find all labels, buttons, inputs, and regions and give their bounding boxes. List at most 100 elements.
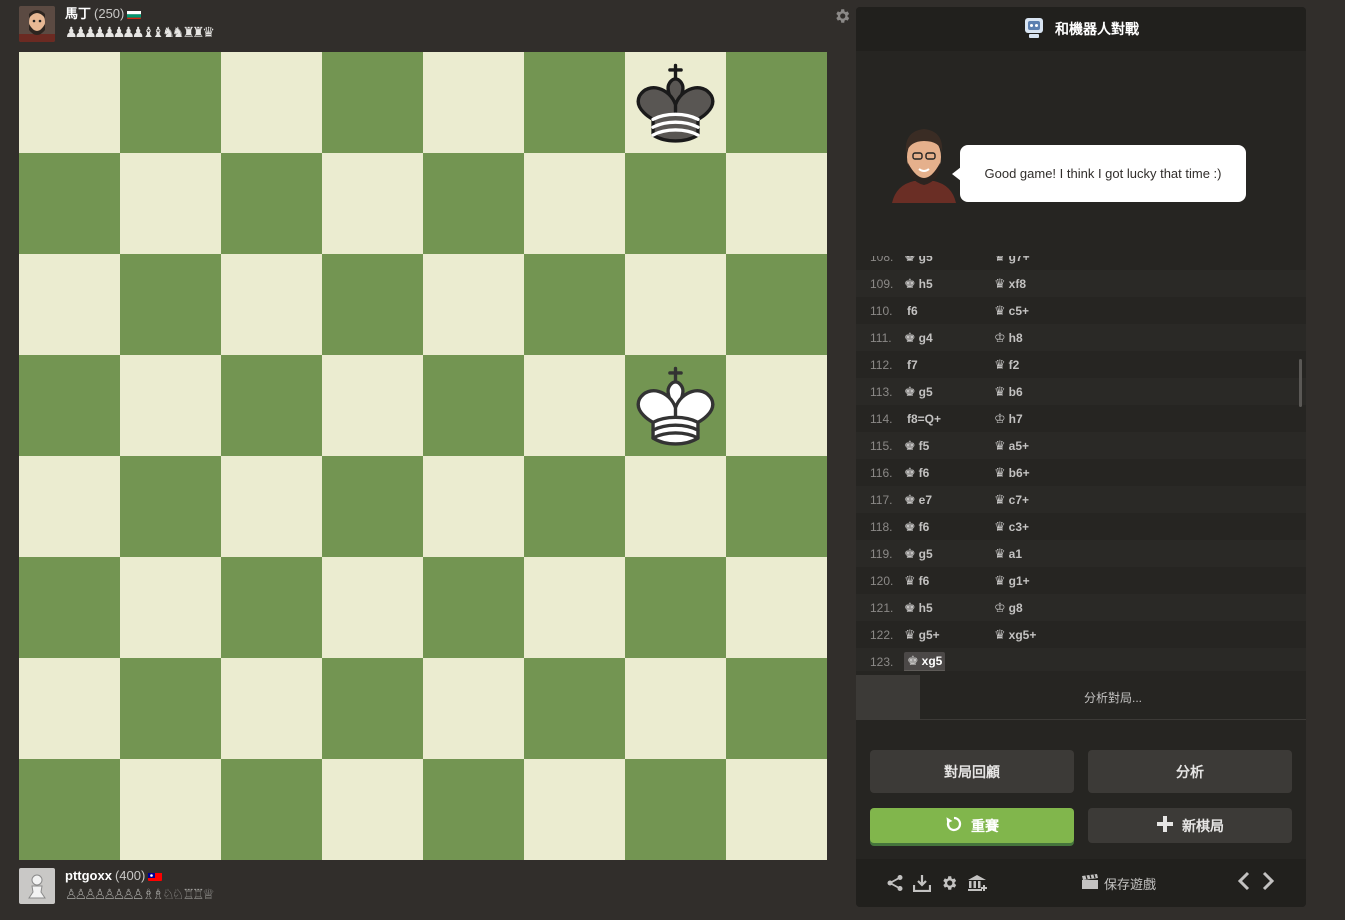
square-f3[interactable] bbox=[524, 557, 625, 658]
black-move[interactable]: ♛ b6+ bbox=[994, 465, 1030, 481]
square-c5[interactable] bbox=[221, 355, 322, 456]
square-f6[interactable] bbox=[524, 254, 625, 355]
download-icon[interactable] bbox=[912, 874, 932, 893]
square-b7[interactable] bbox=[120, 153, 221, 254]
white-move[interactable]: ♚ h5 bbox=[904, 276, 933, 292]
settings-gear-icon[interactable] bbox=[940, 874, 958, 892]
square-d2[interactable] bbox=[322, 658, 423, 759]
square-g1[interactable] bbox=[625, 759, 726, 860]
square-b5[interactable] bbox=[120, 355, 221, 456]
square-a5[interactable] bbox=[19, 355, 120, 456]
share-icon[interactable] bbox=[886, 874, 904, 892]
square-b1[interactable] bbox=[120, 759, 221, 860]
square-e3[interactable] bbox=[423, 557, 524, 658]
square-f1[interactable] bbox=[524, 759, 625, 860]
square-e6[interactable] bbox=[423, 254, 524, 355]
white-move[interactable]: f8=Q+ bbox=[904, 411, 941, 426]
white-move[interactable]: ♚ f5 bbox=[904, 438, 929, 454]
bottom-player-avatar[interactable] bbox=[19, 868, 55, 904]
square-c8[interactable] bbox=[221, 52, 322, 153]
analysis-button[interactable]: 分析 bbox=[1088, 750, 1292, 793]
black-move[interactable]: ♛ a1 bbox=[994, 546, 1022, 562]
square-h2[interactable] bbox=[726, 658, 827, 759]
square-g7[interactable] bbox=[625, 153, 726, 254]
chevron-right-icon[interactable] bbox=[1260, 871, 1276, 896]
square-d6[interactable] bbox=[322, 254, 423, 355]
square-d7[interactable] bbox=[322, 153, 423, 254]
square-a7[interactable] bbox=[19, 153, 120, 254]
move-list[interactable]: 108. ♚ g5 ♛ g7+ 109. ♚ h5 ♛ xf8 110. f6 ♛ c5+ 111. ♚ g4 ♔… bbox=[856, 256, 1306, 671]
square-b6[interactable] bbox=[120, 254, 221, 355]
square-f5[interactable] bbox=[524, 355, 625, 456]
top-player-avatar[interactable] bbox=[19, 6, 55, 42]
square-b2[interactable] bbox=[120, 658, 221, 759]
square-c2[interactable] bbox=[221, 658, 322, 759]
black-move[interactable]: ♛ f2 bbox=[994, 357, 1019, 373]
square-g2[interactable] bbox=[625, 658, 726, 759]
square-g3[interactable] bbox=[625, 557, 726, 658]
game-review-button[interactable]: 對局回顧 bbox=[870, 750, 1074, 793]
square-e4[interactable] bbox=[423, 456, 524, 557]
square-d5[interactable] bbox=[322, 355, 423, 456]
square-h1[interactable] bbox=[726, 759, 827, 860]
square-a6[interactable] bbox=[19, 254, 120, 355]
square-g5[interactable] bbox=[625, 355, 726, 456]
black-move[interactable]: ♛ c7+ bbox=[994, 492, 1029, 508]
chevron-left-icon[interactable] bbox=[1236, 871, 1252, 896]
square-c7[interactable] bbox=[221, 153, 322, 254]
square-e7[interactable] bbox=[423, 153, 524, 254]
white-move[interactable]: ♚ e7 bbox=[904, 492, 932, 508]
black-move[interactable]: ♛ b6 bbox=[994, 384, 1023, 400]
square-h8[interactable] bbox=[726, 52, 827, 153]
black-move[interactable]: ♛ a5+ bbox=[994, 438, 1029, 454]
chess-board[interactable] bbox=[19, 52, 827, 860]
white-move[interactable]: ♚ g5 bbox=[904, 384, 933, 400]
square-b3[interactable] bbox=[120, 557, 221, 658]
black-move[interactable]: ♛ c5+ bbox=[994, 303, 1029, 319]
white-move[interactable]: ♚ f6 bbox=[904, 519, 929, 535]
square-e1[interactable] bbox=[423, 759, 524, 860]
square-e8[interactable] bbox=[423, 52, 524, 153]
square-b8[interactable] bbox=[120, 52, 221, 153]
white-move[interactable]: ♚ f6 bbox=[904, 465, 929, 481]
square-d1[interactable] bbox=[322, 759, 423, 860]
square-c1[interactable] bbox=[221, 759, 322, 860]
white-move[interactable]: f6 bbox=[904, 303, 918, 318]
square-e2[interactable] bbox=[423, 658, 524, 759]
black-move[interactable]: ♛ g7+ bbox=[994, 256, 1030, 265]
square-d4[interactable] bbox=[322, 456, 423, 557]
top-player-name[interactable]: 馬丁 bbox=[65, 6, 91, 22]
black-move[interactable]: ♛ c3+ bbox=[994, 519, 1029, 535]
library-icon[interactable] bbox=[967, 874, 987, 892]
black-move[interactable]: ♛ xg5+ bbox=[994, 627, 1036, 643]
square-f8[interactable] bbox=[524, 52, 625, 153]
white-move[interactable]: ♚ g5 bbox=[904, 256, 933, 265]
gear-icon[interactable] bbox=[833, 7, 851, 25]
square-g8[interactable] bbox=[625, 52, 726, 153]
white-move[interactable]: ♛ f6 bbox=[904, 573, 929, 589]
square-a8[interactable] bbox=[19, 52, 120, 153]
save-game-button[interactable]: 保存遊戲 bbox=[1081, 873, 1156, 893]
square-g6[interactable] bbox=[625, 254, 726, 355]
white-move[interactable]: ♛ g5+ bbox=[904, 627, 940, 643]
square-a4[interactable] bbox=[19, 456, 120, 557]
black-move[interactable]: ♔ h7 bbox=[994, 411, 1023, 427]
move-list-scrollbar[interactable] bbox=[1299, 359, 1302, 407]
square-f4[interactable] bbox=[524, 456, 625, 557]
white-move[interactable]: f7 bbox=[904, 357, 918, 372]
square-h3[interactable] bbox=[726, 557, 827, 658]
square-c6[interactable] bbox=[221, 254, 322, 355]
black-move[interactable] bbox=[994, 654, 997, 669]
white-move[interactable]: ♚ g4 bbox=[904, 330, 933, 346]
square-h4[interactable] bbox=[726, 456, 827, 557]
square-f7[interactable] bbox=[524, 153, 625, 254]
square-a3[interactable] bbox=[19, 557, 120, 658]
rematch-button[interactable]: 重賽 bbox=[870, 808, 1074, 843]
analyze-game-link[interactable]: 分析對局... bbox=[920, 675, 1306, 719]
square-h6[interactable] bbox=[726, 254, 827, 355]
black-move[interactable]: ♛ xf8 bbox=[994, 276, 1026, 292]
bottom-player-name[interactable]: pttgoxx bbox=[65, 868, 112, 884]
square-h5[interactable] bbox=[726, 355, 827, 456]
black-move[interactable]: ♔ h8 bbox=[994, 330, 1023, 346]
white-king-piece[interactable] bbox=[625, 355, 726, 456]
